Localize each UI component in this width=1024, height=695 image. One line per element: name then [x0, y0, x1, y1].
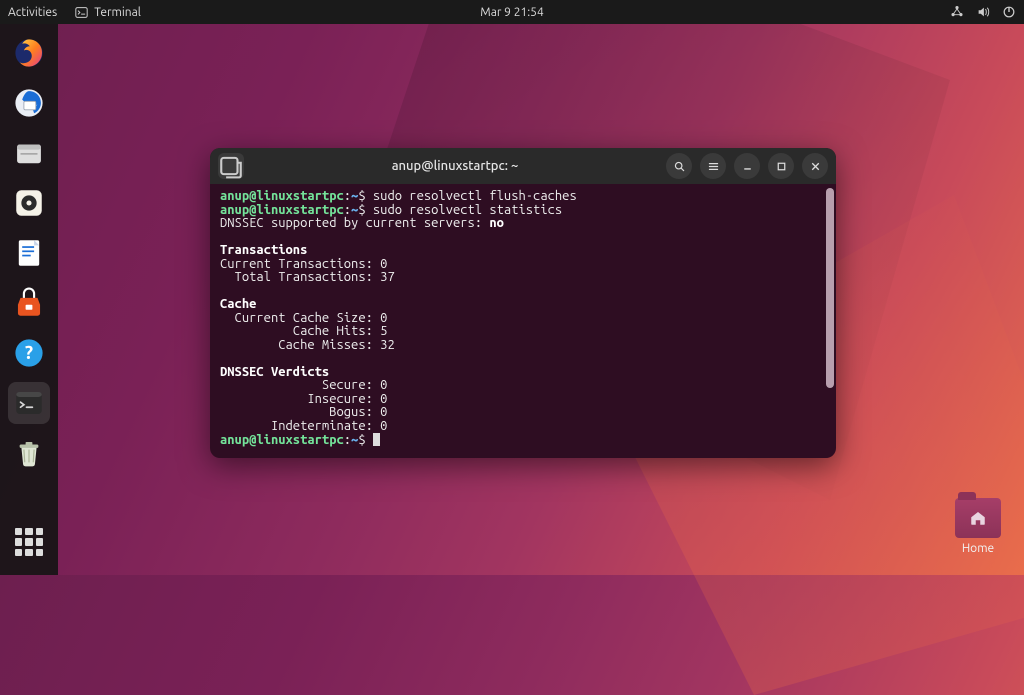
clock[interactable]: Mar 9 21:54	[480, 6, 543, 19]
search-icon	[673, 160, 686, 173]
terminal-app-icon	[12, 386, 46, 420]
terminal-scrollbar[interactable]	[826, 188, 834, 388]
terminal-icon	[75, 6, 88, 19]
maximize-icon	[775, 160, 788, 173]
dock-rhythmbox[interactable]	[8, 182, 50, 224]
hamburger-icon	[707, 160, 720, 173]
new-tab-icon	[218, 153, 244, 179]
power-icon[interactable]	[1002, 5, 1016, 19]
close-button[interactable]	[802, 153, 828, 179]
trash-icon	[12, 436, 46, 470]
home-folder-icon	[955, 498, 1001, 538]
dock-software[interactable]	[8, 282, 50, 324]
desktop-home-label: Home	[950, 542, 1006, 555]
show-applications-button[interactable]	[8, 521, 50, 563]
dock: ?	[0, 24, 58, 575]
terminal-title: anup@linuxstartpc: ~	[250, 159, 660, 173]
new-tab-button[interactable]	[218, 153, 244, 179]
minimize-icon	[741, 160, 754, 173]
dock-trash[interactable]	[8, 432, 50, 474]
dock-writer[interactable]	[8, 232, 50, 274]
volume-icon[interactable]	[976, 5, 990, 19]
software-icon	[12, 286, 46, 320]
desktop-home-folder[interactable]: Home	[950, 498, 1006, 555]
dock-files[interactable]	[8, 132, 50, 174]
close-icon	[809, 160, 822, 173]
search-button[interactable]	[666, 153, 692, 179]
terminal-body[interactable]: anup@linuxstartpc:~$ sudo resolvectl flu…	[210, 184, 836, 458]
dock-help[interactable]: ?	[8, 332, 50, 374]
thunderbird-icon	[12, 86, 46, 120]
svg-text:?: ?	[25, 342, 33, 363]
active-app-label: Terminal	[94, 6, 141, 19]
terminal-window: anup@linuxstartpc: ~ anup@linuxstartpc:~…	[210, 148, 836, 458]
dock-thunderbird[interactable]	[8, 82, 50, 124]
firefox-icon	[12, 36, 46, 70]
dock-firefox[interactable]	[8, 32, 50, 74]
help-icon: ?	[12, 336, 46, 370]
menu-button[interactable]	[700, 153, 726, 179]
dock-terminal[interactable]	[8, 382, 50, 424]
minimize-button[interactable]	[734, 153, 760, 179]
writer-icon	[12, 236, 46, 270]
top-panel: Activities Terminal Mar 9 21:54	[0, 0, 1024, 24]
rhythmbox-icon	[12, 186, 46, 220]
terminal-titlebar[interactable]: anup@linuxstartpc: ~	[210, 148, 836, 184]
maximize-button[interactable]	[768, 153, 794, 179]
network-icon[interactable]	[950, 5, 964, 19]
activities-button[interactable]: Activities	[8, 6, 57, 19]
apps-grid-icon	[15, 528, 43, 556]
active-app-indicator[interactable]: Terminal	[75, 6, 141, 19]
files-icon	[12, 136, 46, 170]
